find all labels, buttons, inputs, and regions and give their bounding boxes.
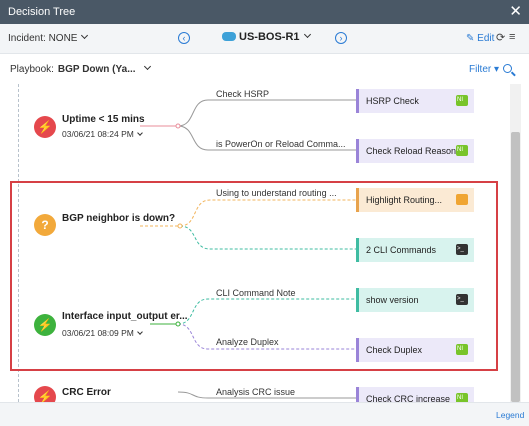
node-title[interactable]: BGP neighbor is down? (62, 213, 175, 224)
device-selector[interactable]: US-BOS-R1 (222, 30, 311, 43)
node-title[interactable]: Interface input_output er... (62, 311, 188, 322)
menu-icon[interactable]: ≡ (509, 31, 515, 43)
node-title[interactable]: Uptime < 15 mins (62, 114, 145, 125)
action-card[interactable]: 2 CLI Commands (356, 238, 474, 262)
connector-dot (175, 123, 181, 129)
chevron-down-icon (137, 130, 143, 136)
next-device-button[interactable]: › (335, 32, 347, 44)
legend-link[interactable]: Legend (496, 410, 524, 420)
node-date-text: 03/06/21 08:24 PM (62, 129, 134, 139)
action-label: show version (366, 295, 419, 305)
edge-label: Check HSRP (216, 89, 270, 99)
connector-line (179, 199, 356, 227)
action-card[interactable]: Check Reload Reason (356, 139, 474, 163)
ni-icon (456, 393, 468, 402)
edit-button[interactable]: ✎ Edit (466, 33, 494, 44)
playbook-label: Playbook: (10, 64, 54, 75)
footer-bar: Legend (0, 402, 529, 426)
action-card[interactable]: Check CRC increase (356, 387, 474, 402)
close-icon[interactable]: ✕ (509, 2, 522, 20)
node-title[interactable]: CRC Error (62, 387, 111, 398)
device-name: US-BOS-R1 (239, 31, 300, 43)
action-label: Check Duplex (366, 345, 423, 355)
action-card[interactable]: Check Duplex (356, 338, 474, 362)
ni-icon (456, 95, 468, 106)
window-title: Decision Tree (8, 6, 76, 18)
playbook-bar: Playbook: BGP Down (Ya... Filter ▾ (0, 54, 529, 84)
warning-icon[interactable]: ⚡ (34, 116, 56, 138)
incident-label: Incident: NONE (8, 33, 78, 44)
ni-icon (456, 344, 468, 355)
action-label: Highlight Routing... (366, 195, 443, 205)
playbook-selector[interactable]: Playbook: BGP Down (Ya... (10, 62, 151, 75)
question-icon[interactable]: ? (34, 214, 56, 236)
scrollbar-thumb[interactable] (511, 132, 520, 402)
incident-selector[interactable]: Incident: NONE (8, 31, 89, 44)
connector-line (177, 298, 356, 325)
incident-toolbar: Incident: NONE ‹ US-BOS-R1 › ✎ Edit ⟳ ≡ (0, 24, 529, 54)
action-card[interactable]: HSRP Check (356, 89, 474, 113)
search-icon[interactable] (503, 64, 512, 73)
action-label: 2 CLI Commands (366, 245, 437, 255)
terminal-icon (456, 244, 468, 255)
warning-icon[interactable]: ⚡ (34, 314, 56, 336)
chevron-down-icon (143, 62, 151, 71)
prev-device-button[interactable]: ‹ (178, 32, 190, 44)
refresh-icon[interactable]: ⟳ (496, 31, 505, 44)
router-icon (222, 32, 236, 41)
decision-tree-canvas: ⚡ Uptime < 15 mins 03/06/21 08:24 PM ? B… (0, 84, 529, 402)
warning-icon[interactable]: ⚡ (34, 386, 56, 402)
action-label: Check CRC increase (366, 394, 451, 402)
chevron-down-icon (303, 30, 311, 39)
action-label: Check Reload Reason (366, 146, 457, 156)
connector-dot (177, 223, 183, 229)
action-card[interactable]: show version (356, 288, 474, 312)
edge-label: Using to understand routing ... (216, 188, 337, 198)
chevron-down-icon (137, 329, 143, 335)
connector-dot (175, 321, 181, 327)
node-date[interactable]: 03/06/21 08:09 PM (62, 328, 143, 338)
edge-label: Analysis CRC issue (216, 387, 296, 397)
chevron-down-icon (81, 31, 89, 40)
node-date[interactable]: 03/06/21 08:24 PM (62, 129, 143, 139)
filter-button[interactable]: Filter ▾ (469, 64, 499, 75)
playbook-value: BGP Down (Ya... (57, 64, 136, 75)
connector-line (179, 225, 356, 250)
terminal-icon (456, 294, 468, 305)
note-icon (456, 194, 468, 205)
edge-label: CLI Command Note (216, 288, 296, 298)
action-card[interactable]: Highlight Routing... (356, 188, 474, 212)
ni-icon (456, 145, 468, 156)
title-bar: Decision Tree ✕ (0, 0, 529, 24)
action-label: HSRP Check (366, 96, 419, 106)
edge-label: Analyze Duplex (216, 337, 279, 347)
node-date-text: 03/06/21 08:09 PM (62, 328, 134, 338)
vertical-scrollbar[interactable] (510, 84, 521, 402)
edge-label: is PowerOn or Reload Comma... (216, 139, 346, 149)
connector-line (177, 99, 356, 127)
